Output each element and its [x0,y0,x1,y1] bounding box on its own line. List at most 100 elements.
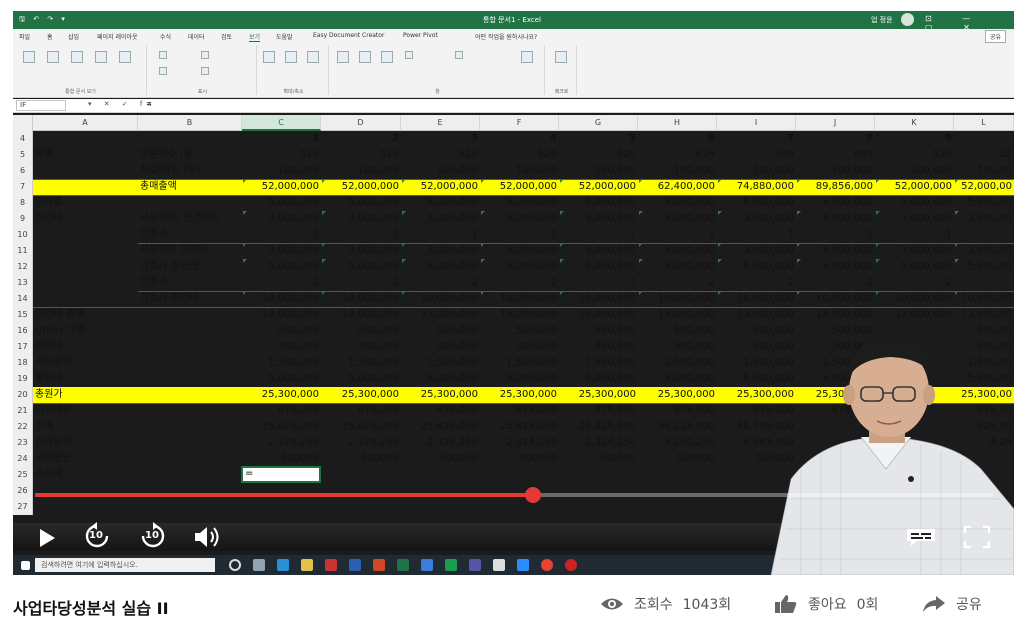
cell-value[interactable]: 6 [638,131,717,147]
cell-value[interactable]: 875,000 [242,403,321,419]
cell-value[interactable]: 2,324,250 [242,435,321,451]
zoom-icon[interactable] [263,51,275,63]
file-explorer-icon[interactable] [301,559,313,571]
skip-back-button[interactable]: 10 [83,522,111,550]
cell-label-b[interactable] [138,403,244,419]
checkmark-app-icon[interactable] [445,559,457,571]
cell-value[interactable]: 3,000,000 [480,211,559,227]
record-icon[interactable] [565,559,577,571]
cell-value[interactable] [321,499,401,515]
cell-value[interactable]: 300,000 [321,339,401,355]
formula-bar-checkbox[interactable] [201,51,209,59]
cell-value[interactable]: 5,000,000 [638,259,717,275]
cell-label-a[interactable] [33,227,138,243]
cell-value[interactable]: 3,000,000 [242,243,321,259]
cell-label-a[interactable]: 수익 [33,419,138,435]
tab-power-pivot[interactable]: Power Pivot [403,32,438,39]
zoom-100-icon[interactable] [285,51,297,63]
cell-label-a[interactable]: 국민연금 [33,451,138,467]
video-player[interactable]: 🖫 ↶ ↷ ▾ 통합 문서1 - Excel 업 정윤 ⊡ — ▢ ✕ 파일 홈… [13,11,1014,575]
cell-label-b[interactable] [138,323,244,339]
cell-value[interactable]: 3,000,000 [321,211,401,227]
cell-value[interactable]: 3,260,250 [638,435,717,451]
cell-label-b[interactable] [138,307,244,323]
row-header[interactable]: 12 [13,259,33,275]
cell-value[interactable]: 13,000,000 [796,307,875,323]
play-icon[interactable] [37,527,57,549]
column-header[interactable]: I [717,115,796,131]
subtitles-icon[interactable] [905,527,937,547]
cell-label-b[interactable] [138,451,244,467]
cell-value[interactable]: 13,000,000 [401,307,480,323]
row-header[interactable]: 5 [13,147,33,163]
cell-value[interactable]: 100,000 [401,163,480,179]
cell-label-a[interactable] [33,259,138,275]
cell-label-b[interactable]: 간호사 인건비 [138,291,244,307]
cell-value[interactable]: 500000 [321,451,401,467]
cell-value[interactable]: 10,000,000 [717,291,796,307]
cell-value[interactable]: 25,300,000 [480,387,559,403]
cell-value[interactable]: 1 [875,227,954,243]
tab-view[interactable]: 보기 [249,32,261,42]
cell-value[interactable]: 1,500,000 [559,355,638,371]
cell-value[interactable]: 300,000 [638,339,717,355]
tab-insert[interactable]: 삽입 [68,32,79,41]
row-header[interactable]: 11 [13,243,33,259]
cell-value[interactable]: 25,825,000 [242,419,321,435]
column-header[interactable]: E [401,115,480,131]
cell-label-a[interactable]: 총원가 [33,387,138,403]
cell-value[interactable]: 2 [401,275,480,291]
macros-icon[interactable] [555,51,567,63]
cell-value[interactable]: 3,000,000 [401,211,480,227]
cell-value[interactable]: 5,000,000 [480,259,559,275]
cell-value[interactable] [321,467,401,483]
cell-value[interactable]: 875,000 [401,403,480,419]
cell-value[interactable]: 5,000,000 [559,371,638,387]
cell-value[interactable]: 520 [401,147,480,163]
cell-label-a[interactable]: 소득세 [33,467,138,483]
cell-value[interactable]: 500,000 [401,323,480,339]
cell-value[interactable]: 13,000,000 [875,307,954,323]
cell-value[interactable]: 3,000,000 [875,243,954,259]
row-header[interactable]: 18 [13,355,33,371]
page-break-icon[interactable] [47,51,59,63]
column-header[interactable]: B [138,115,242,131]
column-header[interactable]: A [33,115,138,131]
windows-start-icon[interactable] [21,561,30,570]
cell-value[interactable]: 10,000,000 [638,291,717,307]
cell-value[interactable]: 5,000,000 [796,195,875,211]
row-header[interactable]: 8 [13,195,33,211]
cell-value[interactable]: 25,825,000 [480,419,559,435]
cell-value[interactable]: 500000 [401,451,480,467]
cell-value[interactable] [559,499,638,515]
column-header[interactable]: G [559,115,638,131]
cell-value[interactable]: 25,300,000 [321,387,401,403]
cell-value[interactable]: 25,825,000 [321,419,401,435]
cell-value[interactable]: 2 [717,275,796,291]
cortana-icon[interactable] [229,559,241,571]
cell-label-b[interactable]: 사무직원/ 인건비인 [138,211,244,227]
row-header[interactable]: 24 [13,451,33,467]
cell-label-a[interactable]: 인건비 [33,211,138,227]
cell-value[interactable]: 36,225,000 [638,419,717,435]
cell-value[interactable]: 52,000,000 [242,179,321,195]
cell-label-b[interactable] [138,339,244,355]
cell-label-b[interactable] [138,499,244,515]
cell-label-a[interactable] [33,179,138,195]
cell-value[interactable]: 100,000 [638,163,717,179]
cell-value[interactable]: 500,000 [638,323,717,339]
cell-value[interactable]: 25,300,000 [401,387,480,403]
cell-value[interactable]: 1 [242,227,321,243]
cell-value[interactable]: 1 [480,227,559,243]
cell-label-b[interactable] [138,371,244,387]
cell-value[interactable]: 3,000,000 [638,243,717,259]
cell-value[interactable]: 5 [559,131,638,147]
cell-value[interactable]: 2 [875,275,954,291]
edge-icon[interactable] [277,559,289,571]
select-all-corner[interactable] [13,115,33,131]
cell-value[interactable]: 520 [242,147,321,163]
skip-forward-button[interactable]: 10 [139,522,167,550]
cell-value[interactable]: 13,000,000 [638,307,717,323]
cell-value[interactable]: 300,000 [559,339,638,355]
cell-value[interactable]: 10,000,000 [796,291,875,307]
